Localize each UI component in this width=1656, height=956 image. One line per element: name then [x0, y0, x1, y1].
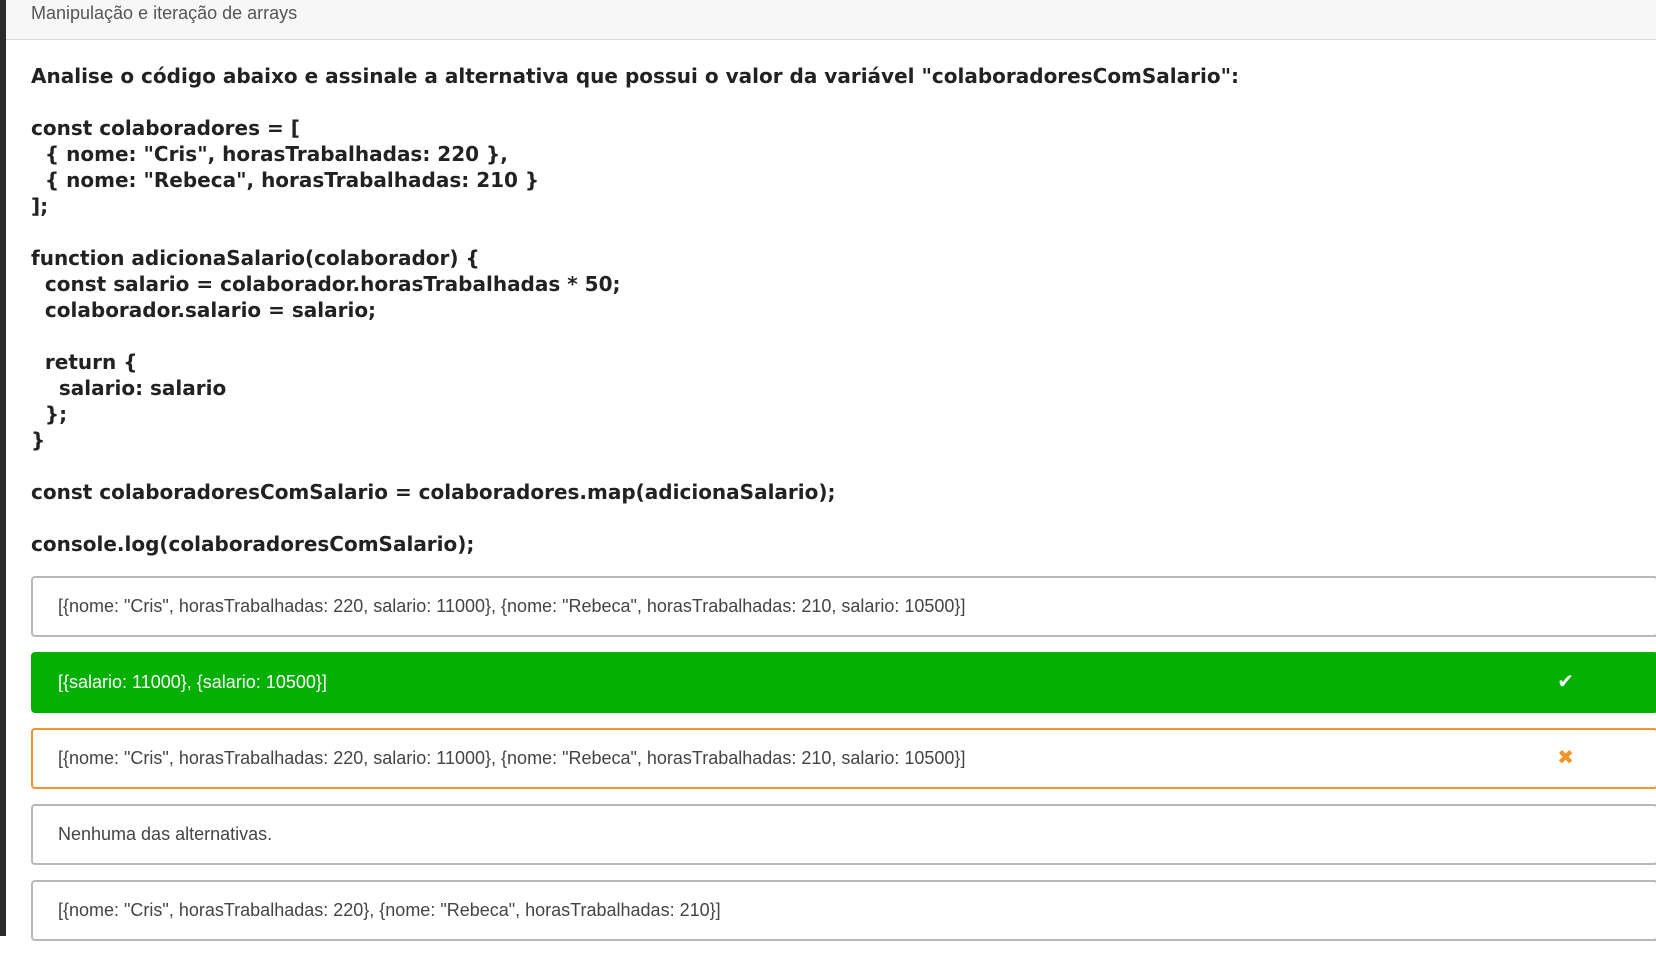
- answer-option-text: [{nome: "Cris", horasTrabalhadas: 220, s…: [58, 748, 966, 768]
- question-card: Manipulação e iteração de arrays Analise…: [6, 0, 1656, 941]
- answer-option-text: [{salario: 11000}, {salario: 10500}]: [58, 672, 327, 692]
- question-line: { nome: "Cris", horasTrabalhadas: 220 },: [31, 142, 508, 166]
- question-line: }: [31, 428, 46, 452]
- answer-option[interactable]: [{nome: "Cris", horasTrabalhadas: 220, s…: [31, 728, 1656, 789]
- question-line: [31, 89, 1631, 115]
- question-line: { nome: "Rebeca", horasTrabalhadas: 210 …: [31, 168, 540, 192]
- question-line: const colaboradoresComSalario = colabora…: [31, 480, 836, 504]
- answer-option[interactable]: [{nome: "Cris", horasTrabalhadas: 220}, …: [31, 880, 1656, 941]
- answer-option-text: Nenhuma das alternativas.: [58, 824, 273, 844]
- question-body: Analise o código abaixo e assinale a alt…: [31, 63, 1631, 557]
- checkmark-icon: ✔: [1557, 671, 1574, 693]
- topic-title: Manipulação e iteração de arrays: [31, 3, 298, 23]
- topic-header: Manipulação e iteração de arrays: [6, 0, 1656, 40]
- question-line: ];: [31, 194, 49, 218]
- question-line: salario: salario: [31, 376, 227, 400]
- question-line: Analise o código abaixo e assinale a alt…: [31, 64, 1240, 88]
- close-icon: ✖: [1557, 747, 1574, 769]
- question-line: console.log(colaboradoresComSalario);: [31, 532, 475, 556]
- question-line: [31, 453, 1631, 479]
- question-line: [31, 323, 1631, 349]
- question-line: [31, 219, 1631, 245]
- answer-options: [{nome: "Cris", horasTrabalhadas: 220, s…: [31, 576, 1656, 956]
- question-line: colaborador.salario = salario;: [31, 298, 377, 322]
- answer-option[interactable]: [{salario: 11000}, {salario: 10500}] ✔: [31, 652, 1656, 713]
- question-line: };: [31, 402, 68, 426]
- answer-option-text: [{nome: "Cris", horasTrabalhadas: 220, s…: [58, 596, 966, 616]
- question-line: function adicionaSalario(colaborador) {: [31, 246, 480, 270]
- answer-option-text: [{nome: "Cris", horasTrabalhadas: 220}, …: [58, 900, 721, 920]
- answer-option[interactable]: Nenhuma das alternativas.: [31, 804, 1656, 865]
- question-line: const colaboradores = [: [31, 116, 300, 140]
- question-line: return {: [31, 350, 138, 374]
- question-line: const salario = colaborador.horasTrabalh…: [31, 272, 621, 296]
- answer-option[interactable]: [{nome: "Cris", horasTrabalhadas: 220, s…: [31, 576, 1656, 637]
- question-line: [31, 505, 1631, 531]
